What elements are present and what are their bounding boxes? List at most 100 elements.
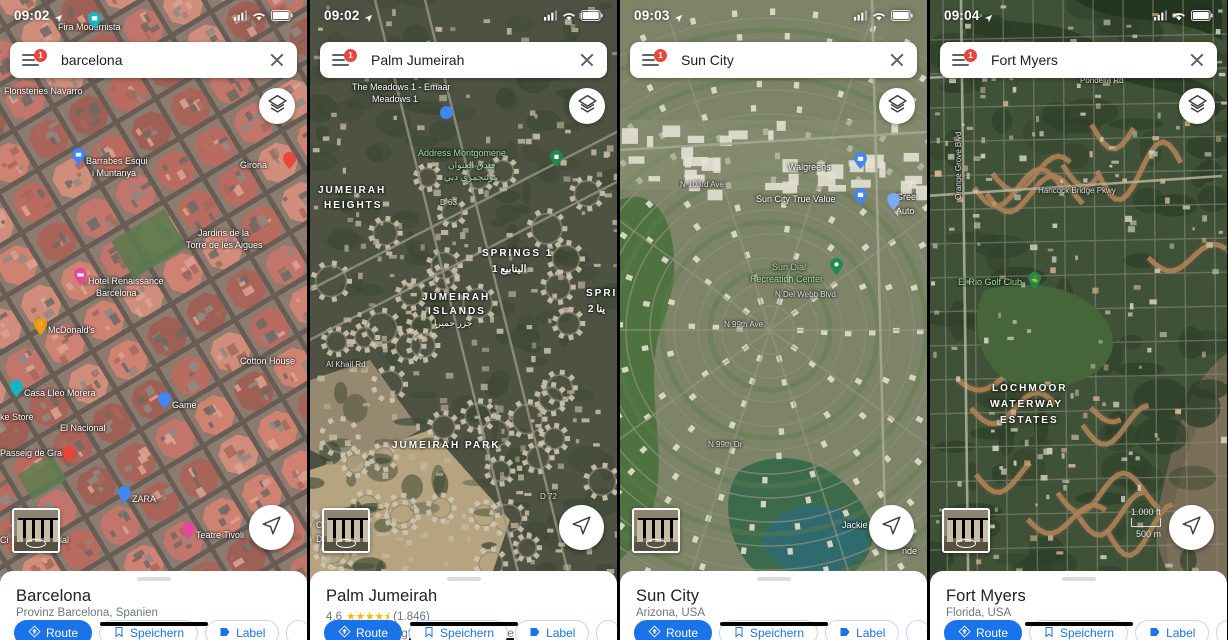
poi-pin[interactable] xyxy=(74,268,87,285)
navigate-button[interactable] xyxy=(249,505,294,550)
map-label: Barrabes Esqui xyxy=(86,156,148,166)
map-label: Floristeries Navarro xyxy=(4,86,83,96)
status-bar: 09:02 xyxy=(310,0,617,30)
map-label: HEIGHTS xyxy=(324,200,383,211)
map-label: JUMEIRAH PARK xyxy=(392,440,501,451)
search-bar[interactable]: 1 barcelona xyxy=(10,42,297,78)
map-label: N 99th Dr xyxy=(708,440,743,449)
poi-pin[interactable]: ⛳ xyxy=(1028,272,1041,289)
phone-screen-4: Pondella Rd Hancock Bridge Pkwy Orange Gro… xyxy=(930,0,1227,640)
bookmark-icon xyxy=(423,626,435,640)
navigate-button[interactable] xyxy=(869,505,914,550)
map-label: The Meadows 1 - Emaar xyxy=(352,82,451,92)
search-input[interactable]: barcelona xyxy=(61,52,269,68)
action-button-more[interactable] xyxy=(286,620,307,640)
action-button-label: Route xyxy=(666,626,699,640)
notification-badge: 1 xyxy=(34,49,47,62)
layers-icon xyxy=(887,93,908,119)
poi-pin[interactable] xyxy=(118,486,131,503)
search-input[interactable]: Sun City xyxy=(681,52,889,68)
directions-icon xyxy=(958,625,971,640)
close-icon[interactable] xyxy=(1189,52,1205,68)
home-indicator xyxy=(99,622,208,626)
street-view-thumbnail[interactable] xyxy=(12,508,60,553)
status-time: 09:02 xyxy=(324,7,360,23)
action-button-more[interactable] xyxy=(1216,620,1227,640)
map-label: Torre de les Aigues xyxy=(186,240,263,250)
action-button-label: Speichern xyxy=(440,626,495,640)
navigate-button[interactable] xyxy=(559,505,604,550)
poi-pin[interactable]: 🍴 xyxy=(34,318,47,335)
sheet-drag-handle[interactable] xyxy=(446,577,481,581)
svg-text:⛳: ⛳ xyxy=(1031,275,1039,283)
search-bar[interactable]: 1 Palm Jumeirah xyxy=(320,42,607,78)
hamburger-menu-icon[interactable]: 1 xyxy=(952,49,977,67)
map-layers-button[interactable] xyxy=(1179,88,1215,124)
location-arrow-icon xyxy=(984,11,993,22)
map-label: N Del Webb Blvd xyxy=(775,290,836,299)
street-view-thumbnail[interactable] xyxy=(632,508,680,553)
home-indicator xyxy=(1024,622,1133,626)
navigate-button[interactable] xyxy=(1169,505,1214,550)
action-button-route[interactable]: Route xyxy=(944,620,1023,640)
search-input[interactable]: Fort Myers xyxy=(991,52,1189,68)
map-label: 2 ينا xyxy=(588,304,606,315)
close-icon[interactable] xyxy=(579,52,595,68)
poi-pin[interactable] xyxy=(182,522,195,539)
place-title: Barcelona xyxy=(16,586,92,605)
status-system-icons xyxy=(544,9,603,21)
close-icon[interactable] xyxy=(889,52,905,68)
hamburger-menu-icon[interactable]: 1 xyxy=(332,49,357,67)
poi-dot[interactable] xyxy=(440,106,453,119)
cellular-signal-icon xyxy=(1154,9,1167,21)
poi-pin[interactable] xyxy=(887,193,900,210)
status-time: 09:04 xyxy=(944,7,980,23)
battery-icon xyxy=(1191,9,1213,21)
action-button-label[interactable]: Label xyxy=(825,620,900,640)
poi-pin[interactable] xyxy=(854,152,867,169)
notification-badge: 1 xyxy=(344,49,357,62)
map-label: Barcelona xyxy=(96,288,137,298)
street-view-thumbnail[interactable] xyxy=(322,508,370,553)
map-layers-button[interactable] xyxy=(569,88,605,124)
poi-pin[interactable] xyxy=(158,392,171,409)
map-label: 1 الينابيع xyxy=(492,264,527,275)
poi-pin[interactable] xyxy=(283,152,296,169)
action-button-label[interactable]: Label xyxy=(205,620,280,640)
poi-pin[interactable] xyxy=(550,150,563,167)
search-input[interactable]: Palm Jumeirah xyxy=(371,52,579,68)
map-label: Hotel Renaissance xyxy=(88,276,164,286)
action-button-route[interactable]: Route xyxy=(634,620,713,640)
action-button-more[interactable] xyxy=(906,620,927,640)
action-button-label: Label xyxy=(856,626,886,640)
action-button-label[interactable]: Label xyxy=(1135,620,1210,640)
poi-pin[interactable] xyxy=(72,148,85,165)
search-bar[interactable]: 1 Sun City xyxy=(630,42,917,78)
label-icon xyxy=(839,626,851,640)
search-bar[interactable]: 1 Fort Myers xyxy=(940,42,1217,78)
sheet-drag-handle[interactable] xyxy=(136,577,171,581)
sheet-drag-handle[interactable] xyxy=(1061,577,1096,581)
action-button-more[interactable] xyxy=(596,620,617,640)
navigation-arrow-icon xyxy=(571,515,592,541)
map-label: ke Store xyxy=(0,412,34,422)
street-view-thumbnail[interactable] xyxy=(942,508,990,553)
map-layers-button[interactable] xyxy=(879,88,915,124)
action-button-route[interactable]: Route xyxy=(324,620,403,640)
hamburger-menu-icon[interactable]: 1 xyxy=(22,49,47,67)
sheet-drag-handle[interactable] xyxy=(756,577,791,581)
poi-pin[interactable] xyxy=(62,446,75,463)
label-icon xyxy=(1149,626,1161,640)
map-layers-button[interactable] xyxy=(259,88,295,124)
close-icon[interactable] xyxy=(269,52,285,68)
action-button-label[interactable]: Label xyxy=(515,620,590,640)
poi-pin[interactable] xyxy=(830,258,843,275)
place-title: Palm Jumeirah xyxy=(326,586,438,605)
hamburger-menu-icon[interactable]: 1 xyxy=(642,49,667,67)
poi-pin[interactable] xyxy=(10,380,23,397)
home-indicator xyxy=(719,622,828,626)
poi-pin[interactable] xyxy=(854,188,867,205)
status-bar: 09:04 xyxy=(930,0,1227,30)
wifi-icon xyxy=(872,10,886,21)
action-button-route[interactable]: Route xyxy=(14,620,93,640)
